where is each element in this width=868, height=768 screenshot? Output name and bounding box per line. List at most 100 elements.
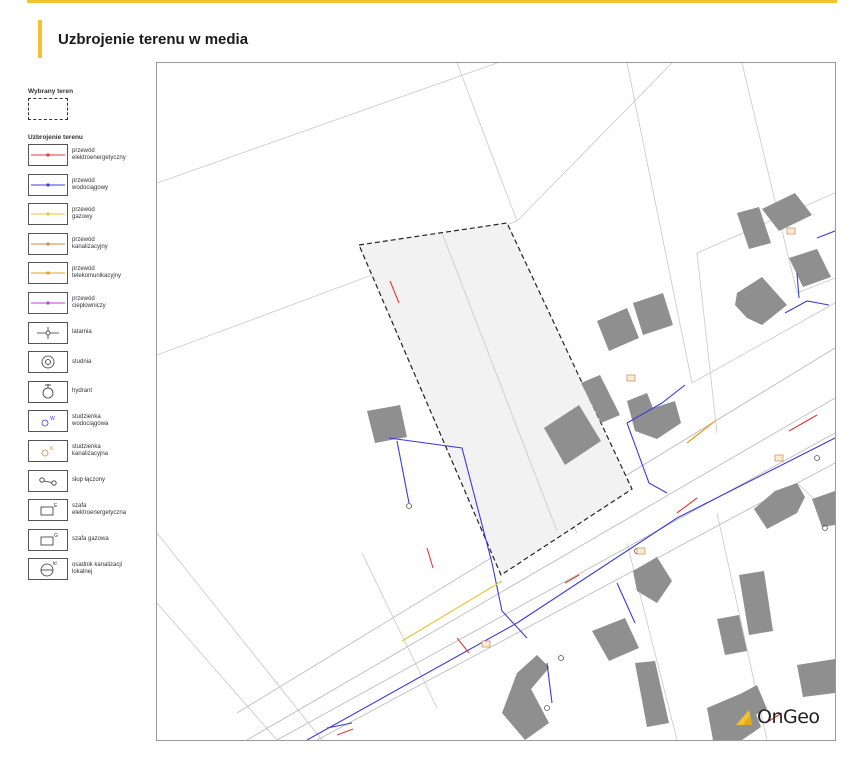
line-icon (28, 232, 68, 255)
gas-cabinet-icon: G (28, 528, 68, 551)
building (627, 393, 681, 439)
water-line (616, 582, 636, 624)
legend-item-label: słup łączony (72, 477, 152, 484)
legend-item-label: przewód gazowy (72, 207, 152, 221)
legend-item-label: przewód wodociągowy (72, 178, 152, 192)
legend-label-line: przewód (72, 177, 95, 184)
section-heading: Uzbrojenie terenu w media (38, 20, 248, 58)
legend-item: hydrant (28, 380, 153, 403)
legend-label-line: latarnia (72, 329, 92, 336)
legend-label-line: gazowy (72, 214, 93, 221)
building (789, 249, 831, 287)
building (502, 655, 549, 740)
svg-text:K: K (50, 446, 54, 452)
building (592, 618, 639, 661)
cabinet-point (626, 374, 636, 382)
building (633, 293, 673, 335)
legend-item: przewód gazowy (28, 203, 153, 226)
legend-label-line: osadnik kanalizacji (72, 562, 123, 569)
heading-accent-bar (38, 20, 42, 58)
legend-label-line: studzienka (72, 443, 101, 450)
legend-item-label: studzienka wodociągowa (72, 414, 152, 428)
manhole-sewer-icon: K (28, 439, 68, 462)
power-line (336, 728, 354, 736)
pole-icon (28, 469, 68, 492)
legend-label-line: przewód (72, 148, 95, 154)
legend-utilities-title: Uzbrojenie terenu (28, 134, 83, 141)
building (597, 308, 639, 351)
power-line (426, 547, 434, 569)
water-line (784, 300, 830, 314)
legend-item: kl osadnik kanalizacji lokalnej (28, 558, 153, 581)
svg-text:G: G (54, 533, 58, 539)
power-line (564, 574, 580, 584)
legend-label-line: hydrant (72, 388, 93, 395)
water-line (396, 440, 410, 504)
legend-label-line: elektroenergetyczny (72, 155, 126, 161)
legend-label-line: wodociągowy (72, 184, 109, 191)
cabinet-point (636, 547, 646, 555)
septic-tank-icon: kl (28, 558, 68, 581)
cabinet-point (786, 227, 796, 235)
legend-item: słup łączony (28, 469, 153, 492)
map-drawing (157, 63, 835, 740)
legend-item-label: latarnia (72, 329, 152, 336)
well-icon (28, 351, 68, 374)
line-icon (28, 291, 68, 314)
legend-item-label: osadnik kanalizacji lokalnej (72, 562, 152, 576)
legend-item-label: hydrant (72, 388, 152, 395)
water-line (326, 722, 353, 729)
parcel-boundary (157, 602, 278, 740)
page-title: Uzbrojenie terenu w media (58, 30, 249, 48)
building (797, 659, 835, 697)
building (739, 571, 773, 635)
legend-item: Wstudzienka wodociągowa (28, 410, 153, 433)
legend-item-label: przewód ciepłowniczy (72, 296, 152, 310)
building (735, 277, 787, 325)
legend-item: latarnia (28, 321, 153, 344)
legend-item-label: studzienka kanalizacyjna (72, 444, 152, 458)
legend-label-line: słup łączony (72, 477, 106, 484)
power-cabinet-icon: E (28, 499, 68, 522)
well-point (406, 503, 412, 509)
legend-label-line: elektroenergetyczna (72, 510, 127, 517)
legend-label-line: szafa gazowa (72, 536, 109, 543)
legend-selected-title: Wybrany teren (28, 88, 74, 95)
ongeo-logo-mark-icon (736, 710, 752, 725)
legend-item-label: przewód telekomunikacyjny (72, 266, 152, 280)
legend-label-line: przewód (72, 266, 95, 273)
legend-item: Kstudzienka kanalizacyjna (28, 439, 153, 462)
gas-line (401, 580, 503, 642)
line-icon (28, 173, 68, 196)
map-canvas[interactable] (156, 62, 836, 741)
power-line (456, 637, 470, 654)
well-point (558, 655, 564, 661)
building (762, 193, 812, 231)
legend-item-label: szafa elektroenergetyczna (72, 503, 152, 517)
manhole-water-icon: W (28, 410, 68, 433)
cabinet-point (774, 454, 784, 462)
ongeo-logo: OnGeo (734, 706, 820, 728)
power-line (788, 414, 818, 432)
line-icon (28, 144, 68, 166)
legend-item: przewód wodociągowy (28, 173, 153, 196)
legend-label-line: przewód (72, 236, 95, 243)
parcel-boundary (516, 63, 673, 222)
legend-item: przewód kanalizacyjny (28, 232, 153, 255)
parcel-boundary (157, 63, 498, 184)
legend-item: Gszafa gazowa (28, 528, 153, 551)
building (754, 483, 805, 529)
legend-label-line: szafa (72, 503, 87, 510)
legend-items: przewód elektroenergetyczny przewód wodocią… (28, 144, 153, 581)
legend-item: przewód ciepłowniczy (28, 291, 153, 314)
cabinet-point (481, 640, 491, 648)
hydrant-icon (28, 380, 68, 403)
building (812, 491, 835, 527)
telecom-line (686, 420, 716, 444)
legend-item: przewód elektroenergetyczny (28, 144, 153, 166)
legend-label-line: kanalizacyjna (72, 450, 109, 457)
legend-label-line: wodociągowa (72, 421, 109, 428)
lamp-icon (28, 321, 68, 344)
legend-item-label: przewód kanalizacyjny (72, 237, 152, 251)
map-legend: Wybrany teren Uzbrojenie terenu przewód e… (28, 88, 153, 588)
